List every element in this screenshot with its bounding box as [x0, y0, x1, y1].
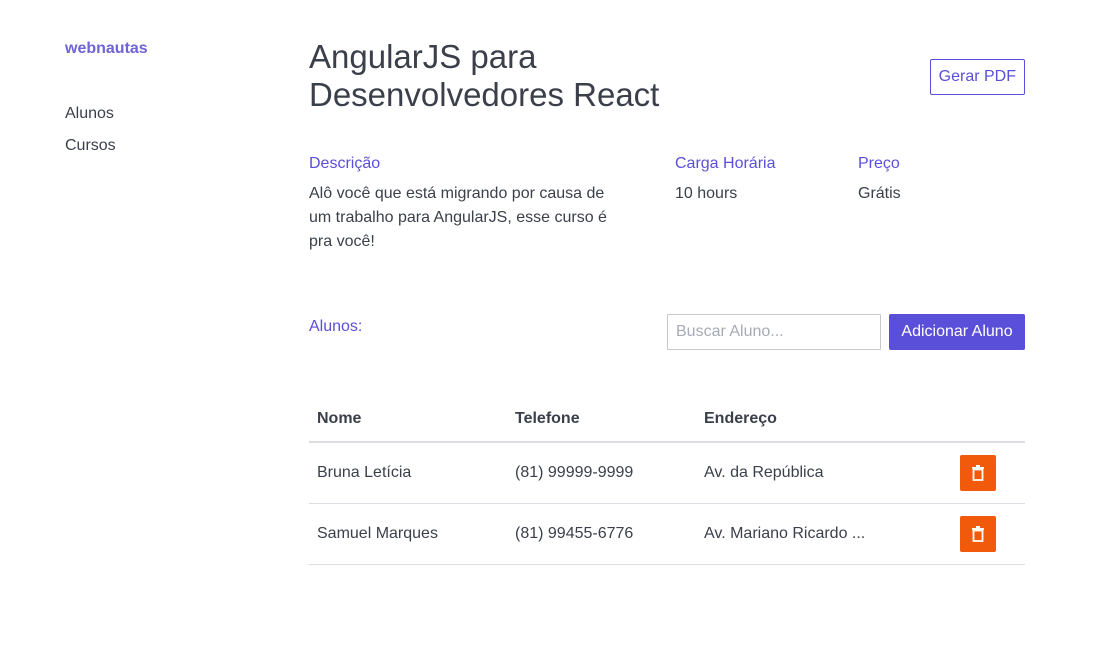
student-address: Av. da República	[696, 442, 952, 504]
price-value: Grátis	[858, 185, 901, 202]
generate-pdf-button[interactable]: Gerar PDF	[929, 59, 1025, 95]
workload-value: 10 hours	[675, 185, 738, 202]
student-name: Samuel Marques	[309, 503, 507, 565]
students-table: Nome Telefone Endereço Bruna Letícia (81…	[309, 396, 1025, 565]
delete-student-button[interactable]	[960, 515, 996, 552]
course-info: Descrição Alô você que está migrando por…	[309, 154, 1025, 254]
students-label: Alunos:	[309, 318, 363, 335]
sidebar: webnautas Alunos Cursos	[65, 40, 265, 168]
add-student-button[interactable]: Adicionar Aluno	[889, 314, 1025, 350]
trash-icon	[972, 464, 984, 481]
table-header-row: Nome Telefone Endereço	[309, 396, 1025, 443]
main-content: AngularJS para Desenvolvedores React Ger…	[309, 38, 1025, 565]
delete-student-button[interactable]	[960, 454, 996, 491]
column-header-actions	[952, 396, 1025, 443]
column-header-phone: Telefone	[507, 396, 696, 443]
description-label: Descrição	[309, 155, 381, 172]
student-phone: (81) 99999-9999	[507, 442, 696, 504]
trash-icon	[972, 525, 984, 542]
search-student-input[interactable]	[667, 314, 881, 350]
student-name: Bruna Letícia	[309, 442, 507, 504]
column-header-name: Nome	[309, 396, 507, 443]
student-address: Av. Mariano Ricardo ...	[696, 503, 952, 565]
page-title: AngularJS para Desenvolvedores React	[309, 38, 660, 113]
student-phone: (81) 99455-6776	[507, 503, 696, 565]
students-toolbar: Alunos: Adicionar Aluno	[309, 314, 1025, 354]
table-row: Bruna Letícia (81) 99999-9999 Av. da Rep…	[309, 442, 1025, 504]
price-label: Preço	[858, 155, 900, 172]
price-section: Preço Grátis	[858, 154, 901, 206]
actions-cell	[952, 442, 1025, 504]
workload-section: Carga Horária 10 hours	[675, 154, 775, 206]
brand-logo[interactable]: webnautas	[65, 40, 265, 58]
description-section: Descrição Alô você que está migrando por…	[309, 154, 609, 254]
workload-label: Carga Horária	[675, 155, 776, 172]
description-text: Alô você que está migrando por causa de …	[309, 185, 607, 250]
sidebar-item-cursos[interactable]: Cursos	[65, 136, 265, 156]
actions-cell	[952, 503, 1025, 565]
table-row: Samuel Marques (81) 99455-6776 Av. Maria…	[309, 503, 1025, 565]
column-header-address: Endereço	[696, 396, 952, 443]
sidebar-item-alunos[interactable]: Alunos	[65, 104, 265, 124]
